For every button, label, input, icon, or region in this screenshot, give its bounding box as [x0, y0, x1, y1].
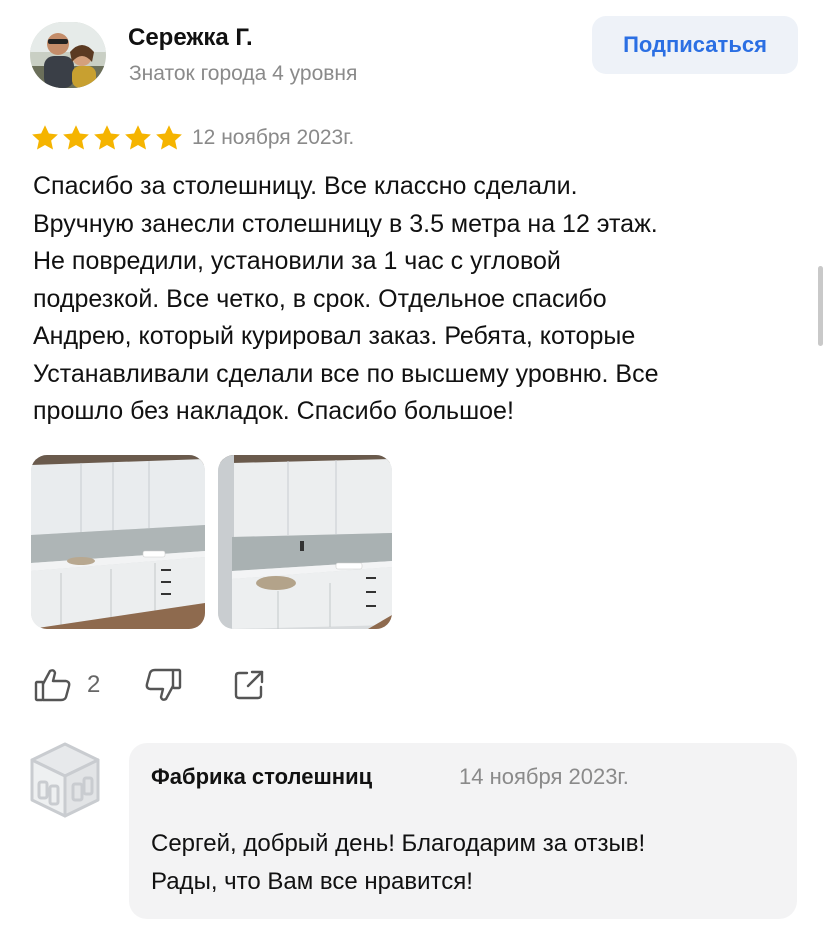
reply-author[interactable]: Фабрика столешниц [151, 764, 372, 790]
cube-logo-icon[interactable] [28, 740, 102, 820]
reply-date: 14 ноября 2023г. [459, 764, 629, 789]
author-avatar[interactable] [30, 22, 106, 88]
star-icon [92, 123, 122, 153]
author-name[interactable]: Сережка Г. [128, 24, 253, 52]
review-text-line: Устанавливали сделали все по высшему уро… [33, 359, 659, 388]
review-photo[interactable] [218, 455, 392, 629]
review-text: Спасибо за столешницу. Все классно сдела… [33, 168, 803, 431]
subscribe-button[interactable]: Подписаться [592, 16, 798, 74]
review-text-line: подрезкой. Все четко, в срок. Отдельное … [33, 284, 607, 313]
rating-stars [30, 123, 184, 153]
reply-text-line: Рады, что Вам все нравится! [151, 868, 473, 895]
review-date: 12 ноября 2023г. [192, 126, 355, 149]
review-text-line: Не повредили, установили за 1 час с угло… [33, 247, 561, 275]
star-icon [154, 123, 184, 153]
thumbs-up-icon[interactable] [33, 667, 73, 708]
review-text-line: Спасибо за столешницу. Все классно сдела… [33, 172, 578, 200]
review-text-line: Вручную занесли столешницу в 3.5 метра н… [33, 209, 658, 238]
scrollbar[interactable] [818, 266, 823, 346]
review-photo[interactable] [31, 455, 205, 629]
review-text-line: Андрею, который курировал заказ. Ребята,… [33, 322, 636, 350]
reply-text-line: Сергей, добрый день! Благодарим за отзыв… [151, 830, 646, 857]
share-icon[interactable] [231, 667, 267, 708]
star-icon [123, 123, 153, 153]
likes-count: 2 [87, 671, 101, 698]
company-reply: Фабрика столешниц 14 ноября 2023г. Серге… [129, 743, 797, 919]
thumbs-down-icon[interactable] [143, 667, 183, 708]
star-icon [61, 123, 91, 153]
star-icon [30, 123, 60, 153]
author-level: Знаток города 4 уровня [129, 62, 358, 85]
reply-text: Сергей, добрый день! Благодарим за отзыв… [151, 825, 791, 901]
review-text-line: прошло без накладок. Спасибо большое! [33, 397, 514, 425]
